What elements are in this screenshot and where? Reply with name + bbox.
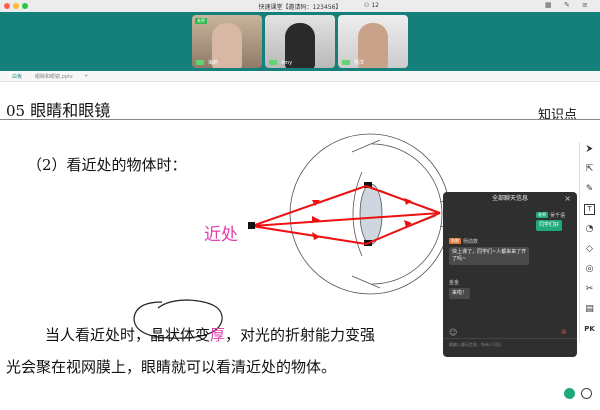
chat-message: 快上课了，同学们~人都来来了齐 了吗~ [449, 247, 530, 265]
close-icon[interactable]: × [564, 194, 571, 203]
teacher-badge: 老师 [536, 212, 548, 218]
near-label: 近处 [204, 225, 238, 245]
user-count: ⚇ 12 [364, 2, 379, 9]
slide-title-text: 眼睛和眼镜 [30, 101, 111, 120]
chat-divider [443, 338, 577, 339]
light-rays [248, 185, 441, 245]
shape-icon[interactable]: ◔ [584, 224, 595, 235]
select-icon[interactable]: ⇱ [584, 164, 595, 175]
toolbox-icon[interactable]: ▤ [584, 304, 595, 315]
assistant-badge: 助教 [449, 238, 461, 244]
sender-name: 金金 [449, 280, 460, 286]
body-line-1: 当人看近处时，晶状体变厚，对光的折射能力变强 [45, 326, 376, 344]
settings-icon[interactable]: ◎ [584, 264, 595, 275]
participant-name: 杨洋 [354, 60, 365, 66]
participant-name: Amy [281, 60, 293, 66]
tab-whiteboard[interactable]: 白板 [12, 73, 22, 80]
slide-title: 05 眼睛和眼镜 [6, 97, 110, 121]
mic-icon [196, 60, 204, 65]
chat-panel: 全部聊天信息 × 老师 吴千语 同学们好 助教 杨勋数 快上课了，同学们~人都来… [443, 192, 577, 357]
users-icon: ⚇ [364, 2, 370, 9]
body-line-2: 光会聚在视网膜上，眼睛就可以看清近处的物体。 [6, 358, 337, 376]
participant-name: 海莉 [208, 60, 219, 66]
chat-message: 同学们好 [536, 220, 563, 231]
add-tab-button[interactable]: + [84, 73, 88, 79]
menu-icon[interactable]: ≡ [582, 2, 588, 9]
mic-icon [342, 60, 350, 65]
emoji-icon[interactable]: ☺ [449, 328, 457, 337]
pen-icon[interactable]: ✎ [584, 184, 595, 195]
chat-toggle-button[interactable] [564, 388, 575, 399]
chat-message: 来啦！ [449, 288, 471, 299]
scissors-icon[interactable]: ✂ [584, 284, 595, 295]
video-tile[interactable]: 杨洋 [338, 15, 408, 68]
title-divider [0, 119, 600, 120]
knowledge-point-label: 知识点 [538, 108, 578, 123]
sender-name: 吴千语 [550, 213, 566, 219]
chat-input[interactable]: 随输入聊天信息，所有人可见 [449, 342, 501, 348]
slide-number: 05 [6, 102, 26, 120]
mic-icon [269, 60, 277, 65]
user-list-button[interactable] [581, 388, 592, 399]
video-tile[interactable]: Amy [265, 15, 335, 68]
pointer-icon[interactable]: ⮞ [584, 144, 595, 155]
tab-document[interactable]: 眼睛和眼镜.pptx [35, 73, 73, 80]
mute-chat-icon[interactable]: ⊘ [561, 328, 567, 336]
edit-icon[interactable]: ✎ [564, 2, 570, 9]
eraser-icon[interactable]: ◇ [584, 244, 595, 255]
video-bar: 老师 海莉 Amy 杨洋 [0, 12, 600, 71]
grid-icon[interactable]: ▦ [545, 2, 552, 9]
sender-name: 杨勋数 [463, 239, 479, 245]
video-tile[interactable]: 老师 海莉 [192, 15, 262, 68]
arrow-head [404, 198, 412, 205]
text-icon[interactable]: T [584, 204, 595, 215]
chat-header: 全部聊天信息 [491, 195, 528, 202]
slide-subtitle: （2）看近处的物体时： [27, 156, 187, 174]
near-object [248, 222, 255, 229]
ray-lower [251, 225, 367, 245]
ray-upper-refracted [365, 185, 441, 214]
pk-icon[interactable]: PK [584, 324, 595, 335]
whiteboard-toolbar: ⮞ ⇱ ✎ T ◔ ◇ ◎ ✂ ▤ PK [579, 142, 600, 342]
tab-bar: 白板 眼睛和眼镜.pptx + [0, 71, 600, 82]
teacher-badge: 老师 [195, 18, 207, 24]
window-title: 快速课堂【邀请码：123456】 [258, 4, 342, 11]
